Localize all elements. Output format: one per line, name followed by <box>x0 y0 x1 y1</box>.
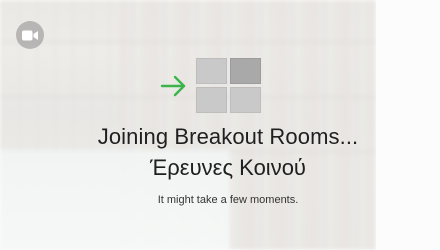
arrow-right-icon <box>160 75 186 97</box>
breakout-room-name: Έρευνες Κοινού <box>150 155 306 180</box>
zoom-meeting-window: Joining Breakout Rooms... Έρευνες Κοινού… <box>0 0 440 250</box>
breakout-rooms-grid-icon <box>196 58 262 114</box>
video-camera-button[interactable] <box>16 21 44 49</box>
room-tile <box>230 87 261 113</box>
video-camera-icon <box>22 30 38 40</box>
joining-overlay: Joining Breakout Rooms... Έρευνες Κοινού… <box>0 0 440 250</box>
room-tile <box>230 58 261 84</box>
joining-subtitle: It might take a few moments. <box>157 194 299 206</box>
breakout-joining-graphic <box>160 58 264 114</box>
room-tile <box>196 87 227 113</box>
joining-title: Joining Breakout Rooms... <box>97 124 359 149</box>
room-tile <box>196 58 227 84</box>
